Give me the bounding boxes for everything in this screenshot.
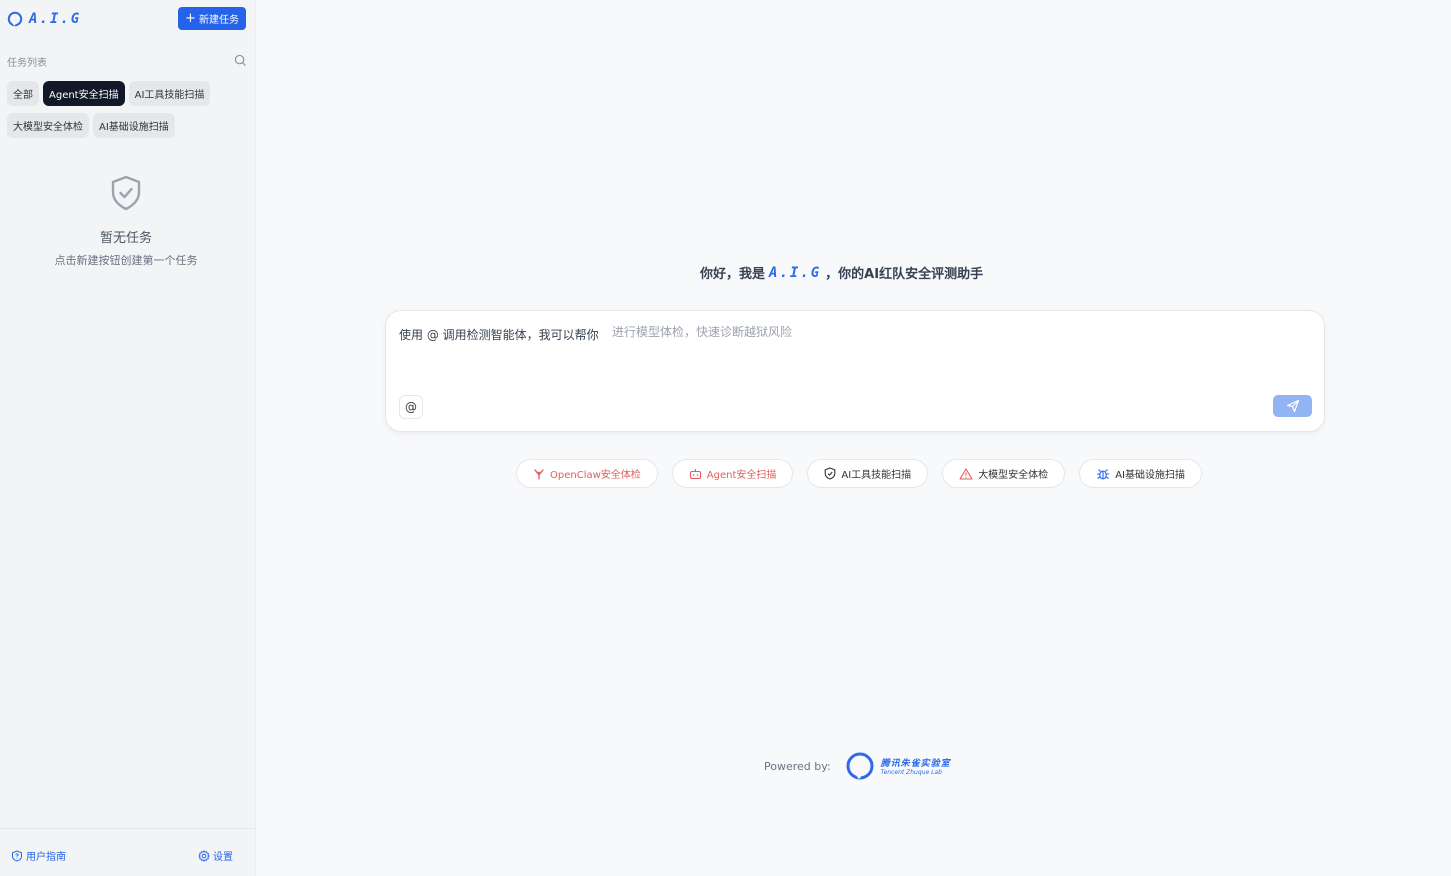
quick-action-button[interactable]: Agent安全扫描	[671, 459, 794, 488]
logo-text: A.I.G	[29, 11, 82, 27]
sidebar: A.I.G + 新建任务 任务列表 全部 Agent安全扫描 AI工具技能扫描 大模…	[0, 0, 256, 876]
at-icon: @	[405, 400, 417, 414]
quick-action-button[interactable]: 大模型安全体检	[942, 459, 1066, 488]
quick-action-button[interactable]: AI工具技能扫描	[807, 459, 929, 488]
zhuque-logo-icon	[846, 752, 874, 780]
user-guide-label: 用户指南	[26, 852, 66, 863]
quick-action-label: AI基础设施扫描	[1115, 470, 1185, 481]
filter-chip[interactable]: AI基础设施扫描	[93, 113, 175, 138]
new-task-button[interactable]: + 新建任务	[178, 7, 246, 30]
shield-help-icon	[12, 849, 22, 862]
new-task-label: 新建任务	[198, 15, 239, 26]
lab-name-en: Tencent Zhuque Lab	[880, 769, 942, 776]
filter-row: 大模型安全体检 AI基础设施扫描	[7, 113, 252, 138]
task-filters: 全部 Agent安全扫描 AI工具技能扫描 大模型安全体检 AI基础设施扫描	[7, 81, 252, 145]
lab-name-cn: 腾讯朱雀实验室	[880, 759, 951, 769]
chat-input[interactable]	[612, 322, 1302, 342]
settings-link[interactable]: 设置	[198, 848, 233, 863]
filter-chip[interactable]: Agent安全扫描	[43, 81, 125, 106]
quick-action-label: 大模型安全体检	[978, 470, 1049, 481]
send-button[interactable]	[1273, 395, 1312, 417]
task-list-heading: 任务列表	[7, 58, 47, 69]
quick-action-button[interactable]: AI基础设施扫描	[1079, 459, 1202, 488]
greeting-prefix: 你好，我是	[700, 267, 766, 282]
shield-icon	[824, 467, 836, 480]
app-logo[interactable]: A.I.G	[7, 10, 81, 28]
zhuque-lab-logo: 腾讯朱雀实验室 Tencent Zhuque Lab	[845, 751, 951, 781]
lab-name: 腾讯朱雀实验室 Tencent Zhuque Lab	[881, 756, 951, 776]
robot-icon	[689, 468, 702, 480]
powered-by-label: Powered by:	[764, 759, 831, 773]
bug-icon	[1096, 467, 1110, 481]
input-prefix: 使用 @ 调用检测智能体，我可以帮你	[399, 328, 599, 342]
sidebar-footer: 用户指南 设置	[0, 828, 256, 876]
warning-icon	[959, 467, 973, 480]
quick-actions: OpenClaw安全体检 Agent安全扫描 AI工具技能扫描 大模型安全体检 AI基础…	[516, 459, 1202, 488]
greeting-suffix: ，你的AI红队安全评测助手	[825, 267, 984, 282]
send-icon	[1286, 399, 1299, 413]
filter-chip[interactable]: AI工具技能扫描	[128, 81, 211, 106]
empty-title: 暂无任务	[99, 231, 152, 246]
filter-chip[interactable]: 全部	[7, 81, 39, 106]
shield-check-icon	[111, 175, 141, 211]
quick-action-label: AI工具技能扫描	[841, 470, 912, 481]
plus-icon: +	[185, 11, 196, 26]
claw-icon	[533, 468, 545, 480]
chat-input-card: 使用 @ 调用检测智能体，我可以帮你 @	[385, 310, 1325, 432]
user-guide-link[interactable]: 用户指南	[11, 848, 66, 863]
settings-label: 设置	[213, 852, 233, 863]
mention-button[interactable]: @	[399, 395, 423, 419]
quick-action-label: Agent安全扫描	[706, 470, 777, 481]
gear-icon	[198, 849, 210, 862]
powered-by: Powered by: 腾讯朱雀实验室 Tencent Zhuque Lab	[764, 751, 951, 781]
greeting: 你好，我是 A.I.G ，你的AI红队安全评测助手	[700, 263, 984, 283]
aig-logo-icon	[7, 11, 23, 27]
search-icon[interactable]	[234, 54, 247, 67]
empty-state: 暂无任务 点击新建按钮创建第一个任务	[0, 175, 252, 268]
empty-subtitle: 点击新建按钮创建第一个任务	[54, 254, 198, 267]
quick-action-label: OpenClaw安全体检	[550, 470, 641, 481]
filter-chip[interactable]: 大模型安全体检	[7, 113, 89, 138]
filter-row: 全部 Agent安全扫描 AI工具技能扫描	[7, 81, 252, 106]
quick-action-button[interactable]: OpenClaw安全体检	[516, 459, 658, 488]
greeting-brand: A.I.G	[769, 264, 822, 281]
